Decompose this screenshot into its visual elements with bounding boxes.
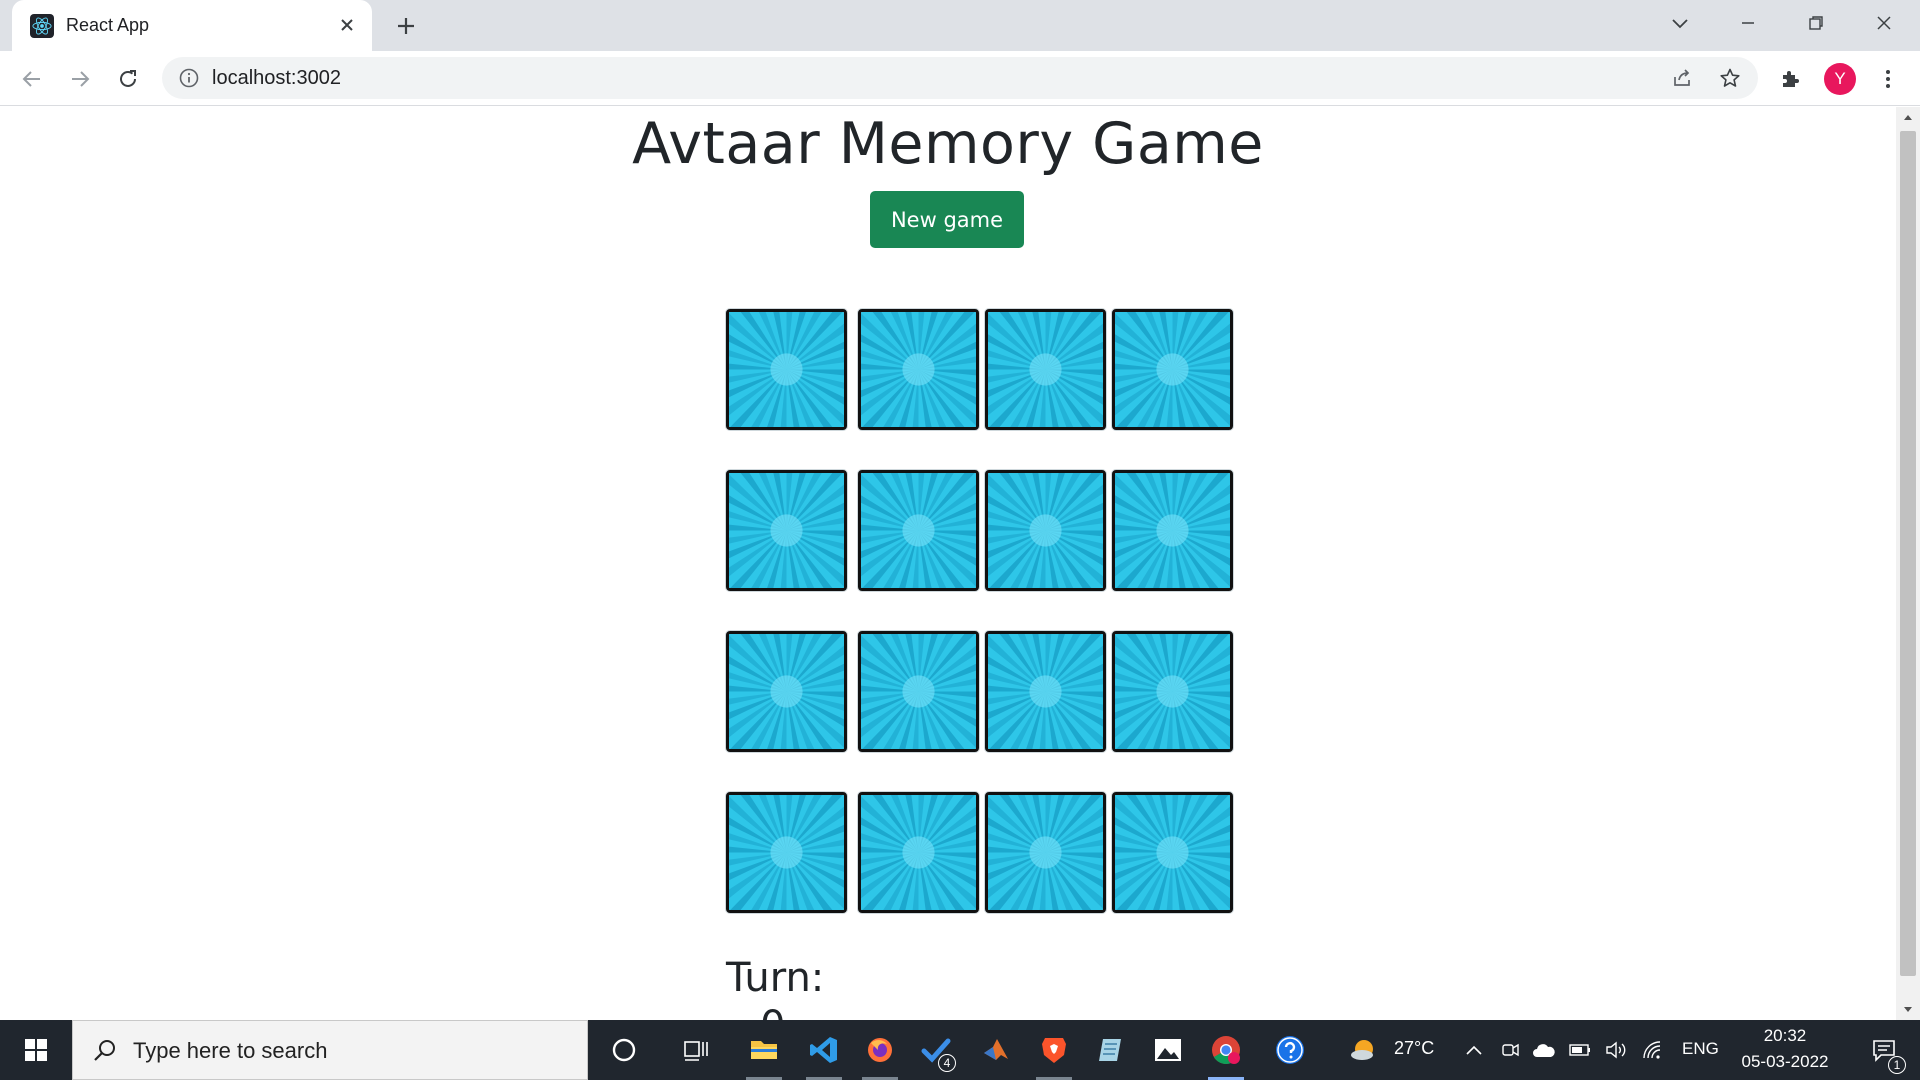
matlab-icon[interactable] — [968, 1020, 1024, 1080]
card-back-starburst — [729, 795, 844, 910]
card-back-starburst — [1115, 473, 1230, 588]
brave-icon[interactable] — [1026, 1020, 1082, 1080]
memory-card[interactable] — [726, 631, 847, 752]
chrome-icon[interactable] — [1198, 1020, 1254, 1080]
photos-icon[interactable] — [1140, 1020, 1196, 1080]
card-back-starburst — [1115, 634, 1230, 749]
memory-card[interactable] — [1112, 631, 1233, 752]
taskbar-search-box[interactable]: Type here to search — [72, 1020, 588, 1080]
search-icon — [91, 1037, 119, 1065]
card-back-starburst — [861, 634, 976, 749]
meet-now-icon[interactable] — [1498, 1038, 1522, 1062]
battery-icon[interactable] — [1568, 1038, 1592, 1062]
address-bar[interactable]: localhost:3002 — [162, 57, 1758, 99]
input-language[interactable]: ENG — [1682, 1039, 1719, 1059]
turn-value: 0 — [760, 1003, 785, 1020]
share-icon[interactable] — [1670, 66, 1694, 90]
new-tab-icon[interactable] — [392, 12, 420, 40]
cortana-icon[interactable] — [596, 1020, 652, 1080]
url-text[interactable]: localhost:3002 — [212, 67, 341, 90]
reload-icon[interactable] — [112, 63, 144, 95]
card-back-starburst — [988, 795, 1103, 910]
card-back-starburst — [729, 473, 844, 588]
memory-card[interactable] — [858, 470, 979, 591]
notification-center-icon[interactable]: 1 — [1856, 1020, 1912, 1080]
card-grid — [726, 309, 1236, 913]
help-icon[interactable] — [1262, 1020, 1318, 1080]
tab-title: React App — [66, 15, 150, 35]
profile-avatar[interactable]: Y — [1824, 63, 1856, 95]
firefox-icon[interactable] — [852, 1020, 908, 1080]
page-scrollbar[interactable] — [1896, 107, 1920, 1020]
memory-card[interactable] — [985, 792, 1106, 913]
tab-search-chevron-icon[interactable] — [1660, 8, 1700, 38]
minimize-icon[interactable] — [1728, 8, 1768, 38]
card-back-starburst — [729, 312, 844, 427]
file-explorer-icon[interactable] — [736, 1020, 792, 1080]
memory-card[interactable] — [985, 470, 1106, 591]
memory-card[interactable] — [858, 792, 979, 913]
tab-strip: React App — [0, 0, 1920, 51]
app-badge-count: 4 — [938, 1054, 956, 1072]
chevron-up-icon[interactable] — [1462, 1038, 1486, 1062]
clock-time[interactable]: 20:32 — [1740, 1026, 1830, 1046]
close-tab-icon[interactable] — [334, 12, 360, 38]
card-back-starburst — [1115, 312, 1230, 427]
card-back-starburst — [988, 473, 1103, 588]
react-logo-icon — [30, 14, 54, 38]
restore-icon[interactable] — [1796, 8, 1836, 38]
close-window-icon[interactable] — [1864, 8, 1904, 38]
speaker-volume-icon[interactable] — [1604, 1038, 1628, 1062]
card-back-starburst — [729, 634, 844, 749]
forward-arrow-icon[interactable] — [64, 63, 96, 95]
card-back-starburst — [861, 473, 976, 588]
memory-card[interactable] — [726, 309, 847, 430]
memory-card[interactable] — [726, 470, 847, 591]
card-back-starburst — [861, 795, 976, 910]
windows-taskbar: Type here to search 4 27°C ENG 20:32 05-… — [0, 1020, 1920, 1080]
memory-card[interactable] — [726, 792, 847, 913]
memory-card[interactable] — [858, 309, 979, 430]
card-back-starburst — [988, 634, 1103, 749]
card-back-starburst — [988, 312, 1103, 427]
turn-label: Turn: — [726, 955, 825, 1001]
new-game-button[interactable]: New game — [870, 191, 1024, 248]
back-arrow-icon[interactable] — [16, 63, 48, 95]
page-title: Avtaar Memory Game — [632, 111, 1264, 177]
scroll-down-icon[interactable] — [1902, 1004, 1914, 1016]
notification-count: 1 — [1888, 1056, 1906, 1074]
notepad-icon[interactable] — [1082, 1020, 1138, 1080]
memory-card[interactable] — [985, 309, 1106, 430]
site-info-icon[interactable] — [178, 67, 200, 89]
windows-start-icon[interactable] — [0, 1020, 72, 1080]
scroll-up-icon[interactable] — [1902, 111, 1914, 123]
memory-card[interactable] — [1112, 792, 1233, 913]
weather-temperature[interactable]: 27°C — [1394, 1038, 1434, 1059]
memory-card[interactable] — [1112, 309, 1233, 430]
page-viewport: Avtaar Memory Game New game Turn: 0 — [0, 107, 1896, 1020]
kebab-menu-icon[interactable] — [1872, 63, 1904, 95]
browser-toolbar: localhost:3002 Y — [0, 51, 1920, 106]
memory-card[interactable] — [858, 631, 979, 752]
search-placeholder: Type here to search — [133, 1038, 328, 1063]
vscode-icon[interactable] — [796, 1020, 852, 1080]
memory-card[interactable] — [985, 631, 1106, 752]
onedrive-cloud-icon[interactable] — [1532, 1038, 1556, 1062]
card-back-starburst — [861, 312, 976, 427]
todo-check-icon[interactable]: 4 — [908, 1020, 964, 1080]
bookmark-star-icon[interactable] — [1718, 66, 1742, 90]
weather-icon[interactable] — [1348, 1034, 1380, 1066]
card-back-starburst — [1115, 795, 1230, 910]
wifi-icon[interactable] — [1640, 1038, 1664, 1062]
memory-card[interactable] — [1112, 470, 1233, 591]
clock-date[interactable]: 05-03-2022 — [1730, 1052, 1840, 1072]
task-view-icon[interactable] — [668, 1020, 724, 1080]
browser-tab[interactable]: React App — [12, 0, 372, 51]
scrollbar-thumb[interactable] — [1900, 131, 1916, 976]
extensions-puzzle-icon[interactable] — [1774, 63, 1806, 95]
